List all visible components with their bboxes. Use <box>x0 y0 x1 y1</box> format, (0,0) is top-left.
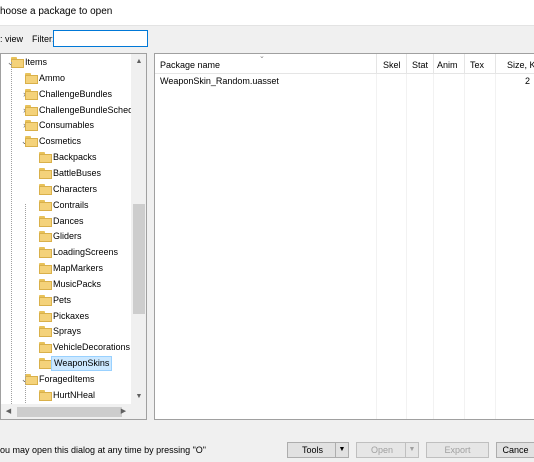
column-stat[interactable]: Stat <box>412 54 432 74</box>
open-button[interactable]: Open ▼ <box>356 442 419 458</box>
column-gridline <box>406 74 407 419</box>
scroll-up-icon[interactable]: ▲ <box>131 54 146 69</box>
dropdown-arrow-icon[interactable]: ▼ <box>335 443 348 457</box>
tree-item-label: Consumables <box>39 120 95 131</box>
tree-item-label: MapMarkers <box>53 263 104 274</box>
package-list[interactable]: ⌄ Package name Skel Stat Anim Tex Size, … <box>154 53 534 420</box>
column-gridline <box>495 74 496 419</box>
tools-button[interactable]: Tools ▼ <box>287 442 349 458</box>
tree-item-label: WeaponSkins <box>51 356 113 372</box>
tree-item-label: Pets <box>53 294 72 305</box>
tree-item[interactable]: Gliders <box>1 229 131 244</box>
tree-horizontal-scrollbar[interactable]: ◀ ▶ <box>1 404 131 419</box>
tree-item[interactable]: ⌄Items <box>1 55 131 70</box>
tree-item[interactable]: ›ChallengeBundleSchedule <box>1 103 145 118</box>
tree-item-label: LoadingScreens <box>53 247 119 258</box>
cancel-button[interactable]: Cance <box>496 442 534 458</box>
tree-item[interactable]: ⌄Cosmetics <box>1 134 131 149</box>
tree-item[interactable]: MusicPacks <box>1 277 131 292</box>
tree-item[interactable]: Dances <box>1 214 131 229</box>
column-divider[interactable] <box>376 54 377 74</box>
column-divider[interactable] <box>433 54 434 74</box>
tree-item-label: Cosmetics <box>39 136 82 147</box>
tree-item[interactable]: ›ChallengeBundles <box>1 87 131 102</box>
tree-item-label: Items <box>25 57 48 67</box>
filter-label: Filter: <box>32 34 55 44</box>
package-name-cell: WeaponSkin_Random.uasset <box>160 76 279 86</box>
tree-item-label: BattleBuses <box>53 167 102 178</box>
tree-item[interactable]: VehicleDecorations <box>1 340 131 355</box>
column-divider[interactable] <box>495 54 496 74</box>
tree-item-label: MusicPacks <box>53 278 102 289</box>
tree-guide-line <box>25 204 26 419</box>
tree-item[interactable]: LoadingScreens <box>1 245 131 260</box>
tree-item[interactable]: Sprays <box>1 324 131 339</box>
tree-item-label: Characters <box>53 183 98 194</box>
tree-item[interactable]: BattleBuses <box>1 166 131 181</box>
tree-item-label: Backpacks <box>53 152 97 163</box>
tree-item-label: Ammo <box>39 72 66 83</box>
column-gridline <box>433 74 434 419</box>
column-skel[interactable]: Skel <box>383 54 403 74</box>
tree-item[interactable]: Contrails <box>1 198 131 213</box>
view-label[interactable]: : view <box>0 34 23 44</box>
tree-item[interactable]: Backpacks <box>1 150 131 165</box>
tree-item[interactable]: MapMarkers <box>1 261 131 276</box>
scroll-right-icon[interactable]: ▶ <box>116 404 131 419</box>
tree-item[interactable]: Pickaxes <box>1 309 131 324</box>
tree-item-label: ForagedItems <box>39 374 95 384</box>
open-label: Open <box>370 445 394 455</box>
tree-item-label: Sprays <box>53 326 82 337</box>
scroll-left-icon[interactable]: ◀ <box>1 404 16 419</box>
window-title: hoose a package to open <box>0 6 113 17</box>
column-divider[interactable] <box>464 54 465 74</box>
column-anim[interactable]: Anim <box>437 54 463 74</box>
tree-item-label: VehicleDecorations <box>53 342 131 353</box>
column-gridline <box>464 74 465 419</box>
list-item[interactable]: WeaponSkin_Random.uasset 2 <box>155 74 534 89</box>
column-tex[interactable]: Tex <box>470 54 490 74</box>
tree-guide-line <box>11 62 12 419</box>
scrollbar-thumb[interactable] <box>17 407 122 417</box>
tree-vertical-scrollbar[interactable]: ▲ ▼ <box>131 54 146 404</box>
size-cell: 2 <box>525 76 531 86</box>
tree-item[interactable]: Ammo <box>1 71 131 86</box>
tree-item-label: ChallengeBundles <box>39 88 113 99</box>
column-gridline <box>376 74 377 419</box>
filter-input[interactable] <box>53 30 148 47</box>
title-bar: hoose a package to open <box>0 0 534 26</box>
scrollbar-thumb[interactable] <box>133 204 145 314</box>
tree-item[interactable]: Pets <box>1 293 131 308</box>
column-package-name[interactable]: Package name <box>160 54 370 74</box>
tree-item-label: Contrails <box>53 199 89 210</box>
status-hint: ou may open this dialog at any time by p… <box>0 445 206 455</box>
list-header: ⌄ Package name Skel Stat Anim Tex Size, … <box>155 54 534 74</box>
tree-item-label: Gliders <box>53 231 82 242</box>
tree-item-label: HurtNHeal <box>53 389 96 400</box>
tree-item[interactable]: ›Consumables <box>1 118 131 133</box>
tree-item[interactable]: WeaponSkins <box>1 356 131 372</box>
tree-item[interactable]: HurtNHeal <box>1 388 131 403</box>
column-divider[interactable] <box>406 54 407 74</box>
dropdown-arrow-icon[interactable]: ▼ <box>405 443 418 457</box>
tools-label: Tools <box>301 445 323 455</box>
folder-tree[interactable]: ⌄Items Ammo ›ChallengeBundles›ChallengeBun… <box>0 53 147 420</box>
tree-item[interactable]: ⌄ForagedItems <box>1 372 131 387</box>
export-button[interactable]: Export <box>426 442 489 458</box>
tree-item-label: Pickaxes <box>53 310 90 321</box>
tree-item-label: Dances <box>53 215 84 226</box>
tree-item[interactable]: Characters <box>1 182 131 197</box>
scrollbar-corner <box>131 404 146 419</box>
column-size[interactable]: Size, Kb <box>507 54 534 74</box>
scroll-down-icon[interactable]: ▼ <box>131 389 146 404</box>
